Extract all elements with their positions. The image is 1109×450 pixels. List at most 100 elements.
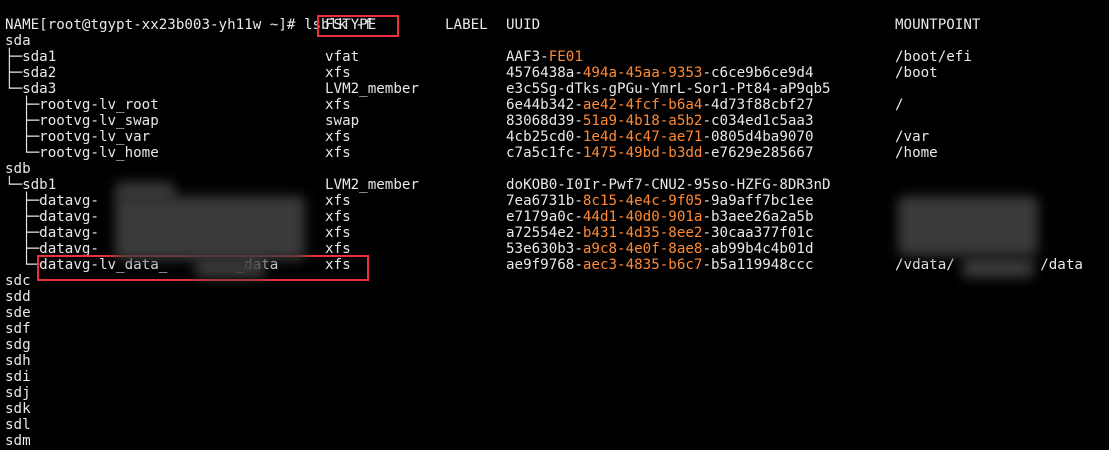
device-name: sdb — [5, 161, 31, 177]
device-uuid: AAF3-FE01 — [506, 49, 583, 65]
device-uuid: doKOB0-I0Ir-Pwf7-CNU2-95so-HZFG-8DR3nD — [506, 177, 831, 193]
device-name: sdk — [5, 401, 31, 417]
uuid-part: -b3aee26a2a5b — [702, 209, 814, 225]
uuid-part: 6e44b342- — [506, 97, 583, 113]
uuid-part: -b5a119948ccc — [702, 257, 814, 273]
device-row: sdg — [0, 337, 1109, 353]
device-uuid: 53e630b3-a9c8-4e0f-8ae8-ab99b4c4b01d — [506, 241, 814, 257]
device-row: └─rootvg-lv_home xfs c7a5c1fc-1475-49bd-b3… — [0, 145, 1109, 161]
terminal-window[interactable]: [root@tgypt-xx23b003-yh11w ~]# lsblk -f … — [0, 0, 1109, 450]
uuid-part: -30caa377f01c — [702, 225, 814, 241]
device-name: ├─rootvg-lv_root — [5, 97, 159, 113]
device-row: sdd — [0, 289, 1109, 305]
device-mountpoint: /boot — [895, 65, 938, 81]
device-uuid: c7a5c1fc-1475-49bd-b3dd-e7629e285667 — [506, 145, 814, 161]
uuid-part: -ab99b4c4b01d — [702, 241, 814, 257]
device-mountpoint: / — [895, 97, 904, 113]
uuid-part: 4cb25cd0- — [506, 129, 583, 145]
uuid-part: a72554e2- — [506, 225, 583, 241]
redaction-blur — [115, 196, 305, 260]
uuid-part-highlighted: a9c8-4e0f-8ae8 — [582, 241, 703, 257]
device-row: sdk — [0, 401, 1109, 417]
device-uuid: 7ea6731b-8c15-4e4c-9f05-9a9aff7bc1ee — [506, 193, 814, 209]
device-row: ├─rootvg-lv_var xfs 4cb25cd0-1e4d-4c47-ae7… — [0, 129, 1109, 145]
device-name: ├─sda1 — [5, 49, 57, 65]
device-mountpoint: /var — [895, 129, 930, 145]
device-row: sdh — [0, 353, 1109, 369]
device-row: sdm — [0, 433, 1109, 449]
header-mountpoint: MOUNTPOINT — [895, 17, 981, 33]
device-uuid: 83068d39-51a9-4b18-a5b2-c034ed1c5aa3 — [506, 113, 814, 129]
device-fstype: swap — [325, 113, 360, 129]
device-uuid: e7179a0c-44d1-40d0-901a-b3aee26a2a5b — [506, 209, 814, 225]
device-fstype: xfs — [325, 97, 351, 113]
device-row: sdi — [0, 369, 1109, 385]
uuid-part-highlighted: 8c15-4e4c-9f05 — [582, 193, 703, 209]
header-label: LABEL — [445, 17, 488, 33]
uuid-part-highlighted: 51a9-4b18-a5b2 — [582, 113, 703, 129]
device-fstype: xfs — [325, 225, 351, 241]
uuid-part-highlighted: aec3-4835-b6c7 — [582, 257, 703, 273]
device-fstype: xfs — [325, 65, 351, 81]
uuid-part: -e7629e285667 — [702, 145, 814, 161]
device-name: sda — [5, 33, 31, 49]
device-name: sdm — [5, 433, 31, 449]
header-uuid: UUID — [506, 17, 541, 33]
device-name: sdl — [5, 417, 31, 433]
device-uuid: 4576438a-494a-45aa-9353-c6ce9b6ce9d4 — [506, 65, 814, 81]
device-name: sdj — [5, 385, 31, 401]
device-name: └─sdb1 — [5, 177, 57, 193]
device-name: ├─sda2 — [5, 65, 57, 81]
device-uuid: 6e44b342-ae42-4fcf-b6a4-4d73f88cbf27 — [506, 97, 814, 113]
uuid-part: doKOB0-I0Ir-Pwf7-CNU2-95so-HZFG-8DR3nD — [506, 177, 831, 193]
device-row: ├─rootvg-lv_root xfs 6e44b342-ae42-4fcf-b6… — [0, 97, 1109, 113]
device-row: sde — [0, 305, 1109, 321]
device-row: sdb — [0, 161, 1109, 177]
uuid-part: e7179a0c- — [506, 209, 583, 225]
device-mountpoint: /boot/efi — [895, 49, 972, 65]
uuid-part: -0805d4ba9070 — [702, 129, 814, 145]
device-mountpoint: /home — [895, 145, 938, 161]
uuid-part: ae9f9768- — [506, 257, 583, 273]
uuid-part-highlighted: FE01 — [548, 49, 583, 65]
device-uuid: 4cb25cd0-1e4d-4c47-ae71-0805d4ba9070 — [506, 129, 814, 145]
table-header: NAME FSTYPE LABEL UUID MOUNTPOINT — [0, 17, 1109, 33]
device-row: ├─sda1 vfat AAF3-FE01/boot/efi — [0, 49, 1109, 65]
uuid-part: 4576438a- — [506, 65, 583, 81]
device-row: sda — [0, 33, 1109, 49]
device-name: ├─datavg- — [5, 193, 99, 209]
uuid-part-highlighted: b431-4d35-8ee2 — [582, 225, 703, 241]
device-name: sdc — [5, 273, 31, 289]
uuid-part: -4d73f88cbf27 — [702, 97, 814, 113]
uuid-part: e3c5Sg-dTks-gPGu-YmrL-Sor1-Pt84-aP9qb5 — [506, 81, 831, 97]
device-name: sdd — [5, 289, 31, 305]
redaction-blur — [898, 196, 1038, 256]
device-name: sdi — [5, 369, 31, 385]
redaction-blur — [195, 258, 265, 278]
uuid-part: -c034ed1c5aa3 — [702, 113, 814, 129]
device-row: sdl — [0, 417, 1109, 433]
uuid-part: -c6ce9b6ce9d4 — [702, 65, 814, 81]
device-fstype: xfs — [325, 193, 351, 209]
device-name: sdh — [5, 353, 31, 369]
device-name: ├─datavg- — [5, 209, 99, 225]
redaction-blur — [962, 258, 1034, 278]
device-fstype: LVM2_member — [325, 177, 419, 193]
device-row: └─sda3 LVM2_member e3c5Sg-dTks-gPGu-YmrL-S… — [0, 81, 1109, 97]
device-uuid: e3c5Sg-dTks-gPGu-YmrL-Sor1-Pt84-aP9qb5 — [506, 81, 831, 97]
device-name: └─sda3 — [5, 81, 57, 97]
device-row: sdf — [0, 321, 1109, 337]
device-fstype: LVM2_member — [325, 81, 419, 97]
device-fstype: xfs — [325, 209, 351, 225]
device-uuid: ae9f9768-aec3-4835-b6c7-b5a119948ccc — [506, 257, 814, 273]
device-name: sde — [5, 305, 31, 321]
device-row: ├─sda2 xfs 4576438a-494a-45aa-9353-c6ce9b6… — [0, 65, 1109, 81]
device-row: ├─rootvg-lv_swap swap 83068d39-51a9-4b18-a… — [0, 113, 1109, 129]
uuid-part-highlighted: 1e4d-4c47-ae71 — [582, 129, 703, 145]
uuid-part-highlighted: ae42-4fcf-b6a4 — [582, 97, 703, 113]
uuid-part: 7ea6731b- — [506, 193, 583, 209]
uuid-part: -9a9aff7bc1ee — [702, 193, 814, 209]
device-fstype: xfs — [325, 129, 351, 145]
device-name: └─rootvg-lv_home — [5, 145, 159, 161]
uuid-part: c7a5c1fc- — [506, 145, 583, 161]
